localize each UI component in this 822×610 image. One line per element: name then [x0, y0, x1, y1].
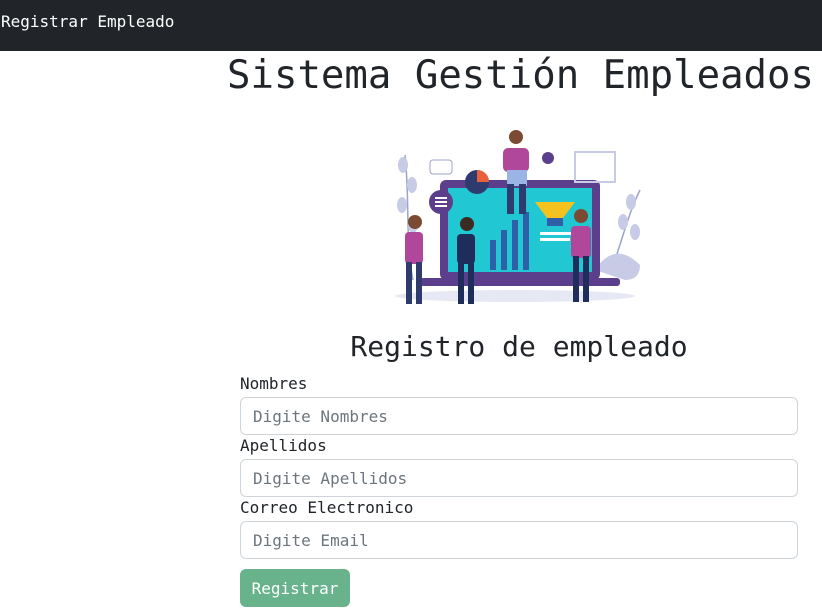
- right-branch-decoration: [614, 189, 641, 261]
- nombres-input[interactable]: [240, 397, 798, 435]
- page-title: Sistema Gestión Empleados: [227, 53, 814, 98]
- email-label: Correo Electronico: [240, 498, 414, 517]
- email-input[interactable]: [240, 521, 798, 559]
- apellidos-label: Apellidos: [240, 436, 327, 455]
- chat-bubble-icon: [429, 159, 453, 175]
- nombres-label: Nombres: [240, 374, 308, 393]
- navbar-brand-link[interactable]: Registrar Empleado: [1, 12, 174, 31]
- monitor-base: [420, 278, 620, 286]
- form-title: Registro de empleado: [350, 330, 688, 363]
- navbar: Registrar Empleado: [0, 0, 822, 51]
- registrar-button[interactable]: Registrar: [240, 569, 350, 607]
- phone-chat-icon: [542, 152, 554, 164]
- apellidos-input[interactable]: [240, 459, 798, 497]
- window-panel-graphic: [574, 151, 616, 183]
- illustration-svg: [395, 130, 641, 304]
- right-bush: [595, 253, 640, 280]
- floor-shadow: [395, 290, 635, 302]
- team-analytics-illustration: [385, 120, 650, 318]
